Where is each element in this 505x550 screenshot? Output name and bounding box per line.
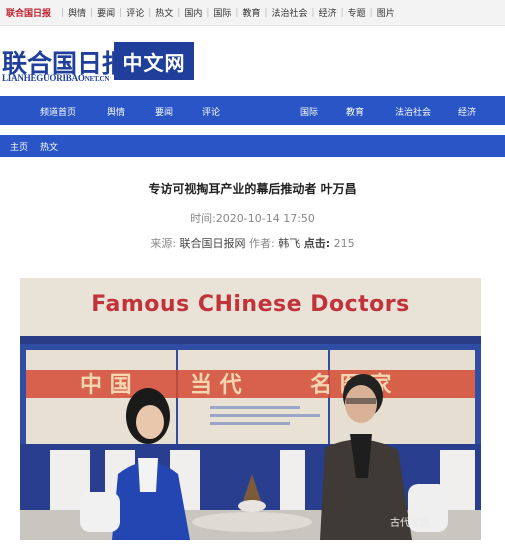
photo-watermark: 古代名医 [390, 518, 430, 529]
topbar-link-yuqing[interactable]: 舆情 [68, 6, 86, 19]
nav-item-guoji[interactable]: 国际 [300, 105, 318, 118]
breadcrumb-section[interactable]: 热文 [28, 140, 58, 153]
topbar-link-jingji[interactable]: 经济 [319, 6, 337, 19]
nav-item-jingji[interactable]: 经济 [458, 105, 476, 118]
topbar-link-zhuanti[interactable]: 专题 [348, 6, 366, 19]
nav-item-home[interactable]: 频道首页 [40, 105, 76, 118]
topbar-link-jiaoyu[interactable]: 教育 [242, 6, 260, 19]
main-nav: 频道首页 舆情 要闻 评论 国际 教育 法治社会 经济 [0, 96, 505, 125]
svg-text:当 代: 当 代 [190, 372, 242, 398]
svg-text:中 国: 中 国 [80, 372, 132, 398]
article-author: 韩飞 [278, 237, 301, 250]
topbar-link-yaowen[interactable]: 要闻 [97, 6, 115, 19]
topbar-link-tupian[interactable]: 图片 [377, 6, 395, 19]
nav-item-jiaoyu[interactable]: 教育 [346, 105, 364, 118]
article-time: 时间:2020-10-14 17:50 [190, 212, 315, 225]
topbar-link-rewen[interactable]: 热文 [155, 6, 173, 19]
nav-item-pinglun[interactable]: 评论 [202, 105, 220, 118]
topbar-link-fazhi[interactable]: 法治社会 [272, 6, 308, 19]
nav-item-fazhi[interactable]: 法治社会 [395, 105, 431, 118]
topbar-link-pinglun[interactable]: 评论 [126, 6, 144, 19]
topbar-link-guonei[interactable]: 国内 [184, 6, 202, 19]
interview-scene-image: 中 国 当 代 名 医 家 [20, 278, 481, 540]
topbar-link-guoji[interactable]: 国际 [213, 6, 231, 19]
article-clicks: 215 [333, 237, 355, 250]
topbar-home-link[interactable]: 联合国日报 [0, 6, 57, 19]
top-link-bar: 联合国日报 | 舆情 | 要闻 | 评论 | 热文 | 国内 | 国际 | 教育… [0, 0, 505, 26]
site-logo-badge[interactable]: 中文网 [114, 42, 194, 80]
breadcrumb: 主页 热文 [0, 135, 505, 157]
article-photo: 中 国 当 代 名 医 家 Famous CHines [20, 278, 481, 540]
site-logo-pinyin: LIANHEGUORIBAONET.CN [2, 73, 110, 83]
breadcrumb-home[interactable]: 主页 [0, 140, 28, 153]
site-header: 联合国日报 LIANHEGUORIBAONET.CN 中文网 [0, 26, 505, 90]
photo-banner-text: Famous CHinese Doctors [91, 292, 410, 317]
article-title: 专访可视掏耳产业的幕后推动者 叶万昌 [148, 182, 357, 196]
article-meta: 来源: 联合国日报网 作者: 韩飞 点击: 215 [150, 237, 355, 250]
article-source: 联合国日报网 [179, 237, 246, 250]
nav-item-yuqing[interactable]: 舆情 [107, 105, 125, 118]
nav-item-yaowen[interactable]: 要闻 [155, 105, 173, 118]
